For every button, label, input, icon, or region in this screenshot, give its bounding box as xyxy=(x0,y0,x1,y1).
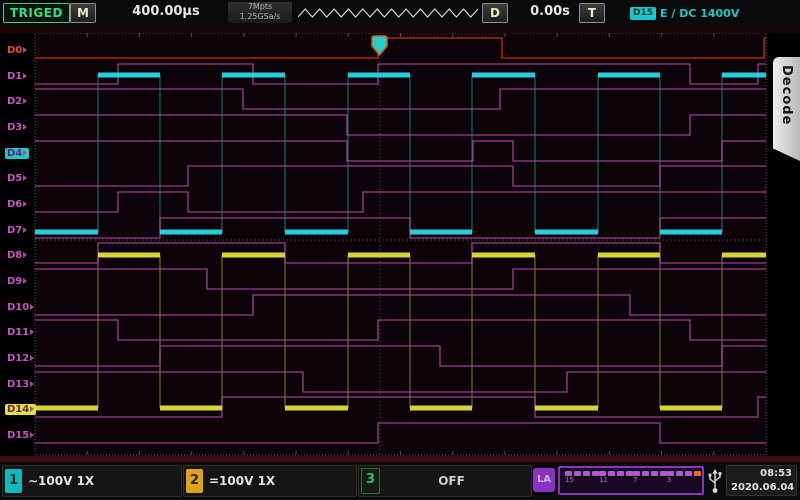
trigger-status-badge: TRIGED xyxy=(3,3,70,23)
channel3-badge: 3 xyxy=(361,468,380,494)
channel1-status[interactable]: 1 ∼100V 1X xyxy=(2,465,182,497)
clock-readout: 08:53 2020.06.04 xyxy=(726,465,797,496)
la-group-number: 7 xyxy=(633,476,667,485)
channel-label-D1[interactable]: D1 xyxy=(5,71,29,82)
trigger-source-badge: D15 xyxy=(630,7,656,20)
trigger-settings-text: E ∕ DC 1400V xyxy=(660,7,739,20)
time-text: 08:53 xyxy=(731,467,792,481)
la-group-number: 11 xyxy=(599,476,633,485)
channel-label-D13[interactable]: D13 xyxy=(5,379,36,390)
la-group-11: 11 xyxy=(599,471,633,485)
delay-menu-button[interactable]: D xyxy=(482,3,508,23)
memory-depth: 7Mpts xyxy=(228,2,292,12)
channel1-settings: ∼100V 1X xyxy=(28,474,94,488)
channel-label-D14[interactable]: D14 xyxy=(5,404,36,415)
channel-label-D12[interactable]: D12 xyxy=(5,353,36,364)
oscilloscope-screen: D0D1D2D3D4D5D6D7D8D9D10D11D12D13D14D15 T… xyxy=(0,0,800,500)
channel2-status[interactable]: 2 =100V 1X xyxy=(183,465,357,497)
waveform-preview-icon xyxy=(298,6,478,20)
trigger-readout: D15 E ∕ DC 1400V xyxy=(630,4,739,22)
channel-label-D9[interactable]: D9 xyxy=(5,276,29,287)
timebase-readout: 400.00μs xyxy=(108,4,224,19)
la-group-number: 15 xyxy=(565,476,599,485)
channel2-badge: 2 xyxy=(186,469,203,493)
channel-label-D11[interactable]: D11 xyxy=(5,327,36,338)
usb-icon xyxy=(707,469,723,495)
channel3-status[interactable]: 3 OFF xyxy=(358,465,532,497)
la-group-3: 3 xyxy=(667,471,701,485)
top-status-bar: TRIGED M 400.00μs 7Mpts 1.25GSa/s D 0.00… xyxy=(0,0,800,26)
channel-label-D8[interactable]: D8 xyxy=(5,250,29,261)
logic-analyzer-channel-indicator[interactable]: 151173 xyxy=(558,466,704,495)
horizontal-delay-readout: 0.00s xyxy=(512,4,588,19)
trigger-menu-button[interactable]: T xyxy=(579,3,605,23)
tab-decode[interactable]: Decode xyxy=(773,57,800,161)
channel3-settings: OFF xyxy=(386,474,517,488)
channel-label-D10[interactable]: D10 xyxy=(5,302,36,313)
waveform-plot xyxy=(0,0,800,500)
channel-label-D6[interactable]: D6 xyxy=(5,199,29,210)
date-text: 2020.06.04 xyxy=(731,481,792,495)
channel2-settings: =100V 1X xyxy=(209,474,275,488)
la-group-7: 7 xyxy=(633,471,667,485)
decode-tab-label: Decode xyxy=(779,65,794,125)
channel-label-D2[interactable]: D2 xyxy=(5,96,29,107)
channel-label-D15[interactable]: D15 xyxy=(5,430,36,441)
channel-label-D3[interactable]: D3 xyxy=(5,122,29,133)
sample-rate: 1.25GSa/s xyxy=(228,12,292,22)
channel-label-D5[interactable]: D5 xyxy=(5,173,29,184)
bottom-status-bar: 1 ∼100V 1X 2 =100V 1X 3 OFF LA 151173 08… xyxy=(0,462,800,500)
top-separator xyxy=(0,26,800,33)
channel-label-D0[interactable]: D0 xyxy=(5,45,29,56)
channel-label-D7[interactable]: D7 xyxy=(5,225,29,236)
channel1-badge: 1 xyxy=(5,469,22,493)
channel-label-D4[interactable]: D4 xyxy=(5,148,29,159)
acquisition-readout: 7Mpts 1.25GSa/s xyxy=(228,2,292,23)
logic-analyzer-badge[interactable]: LA xyxy=(533,468,555,492)
la-group-15: 15 xyxy=(565,471,599,485)
la-group-number: 3 xyxy=(667,476,701,485)
horizontal-menu-button[interactable]: M xyxy=(70,3,96,23)
